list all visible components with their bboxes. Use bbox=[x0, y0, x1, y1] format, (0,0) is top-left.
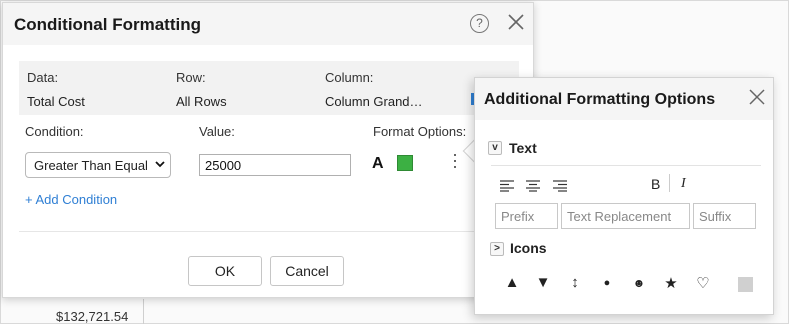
data-label: Data: bbox=[27, 70, 59, 85]
italic-button[interactable]: I bbox=[681, 176, 686, 192]
close-icon[interactable] bbox=[506, 12, 526, 32]
triangle-down-icon[interactable]: ▼ bbox=[534, 274, 552, 291]
value-label: Value: bbox=[199, 124, 235, 139]
format-options-label: Format Options: bbox=[373, 124, 467, 139]
color-box-icon[interactable] bbox=[738, 277, 753, 292]
chevron-down-icon bbox=[155, 161, 165, 168]
additional-formatting-panel: Additional Formatting Options v Text B I… bbox=[474, 77, 774, 315]
bold-button[interactable]: B bbox=[651, 176, 660, 192]
help-icon[interactable]: ? bbox=[470, 14, 489, 33]
data-value: Total Cost bbox=[27, 94, 85, 109]
conditional-formatting-dialog: Conditional Formatting ? Data: Total Cos… bbox=[2, 2, 534, 298]
triangle-up-icon[interactable]: ▲ bbox=[503, 274, 521, 291]
grid-line bbox=[143, 299, 144, 324]
divider bbox=[669, 174, 670, 192]
up-down-arrow-icon[interactable]: ↕ bbox=[566, 274, 584, 291]
smiley-icon[interactable]: ☻ bbox=[630, 276, 648, 290]
condition-select[interactable]: Greater Than Equal bbox=[25, 152, 171, 178]
row-label: Row: bbox=[176, 70, 206, 85]
ok-button[interactable]: OK bbox=[188, 256, 262, 286]
section-divider bbox=[491, 165, 761, 166]
value-input[interactable]: 25000 bbox=[199, 154, 351, 176]
text-section-toggle[interactable]: v bbox=[488, 141, 502, 155]
add-condition-link[interactable]: + Add Condition bbox=[25, 192, 117, 207]
align-left-icon[interactable] bbox=[499, 180, 515, 192]
dialog-header: Conditional Formatting ? bbox=[3, 3, 533, 45]
star-icon[interactable]: ★ bbox=[662, 274, 680, 292]
text-section-label: Text bbox=[509, 140, 537, 156]
field-info-box: Data: Total Cost Row: All Rows Column: C… bbox=[19, 61, 519, 115]
panel-title: Additional Formatting Options bbox=[484, 91, 716, 108]
panel-header: Additional Formatting Options bbox=[475, 78, 773, 120]
more-options-icon[interactable] bbox=[453, 154, 457, 172]
column-label: Column: bbox=[325, 70, 374, 85]
dot-icon[interactable]: ● bbox=[598, 277, 616, 289]
row-value: All Rows bbox=[176, 94, 227, 109]
align-right-icon[interactable] bbox=[552, 180, 568, 192]
align-center-icon[interactable] bbox=[525, 180, 541, 192]
column-value: Column Grand… bbox=[325, 94, 423, 109]
cancel-button[interactable]: Cancel bbox=[270, 256, 344, 286]
suffix-input[interactable]: Suffix bbox=[693, 203, 756, 229]
heart-icon[interactable]: ♡ bbox=[694, 274, 712, 292]
icons-section-toggle[interactable]: > bbox=[490, 242, 504, 256]
condition-label: Condition: bbox=[25, 124, 84, 139]
text-replacement-input[interactable]: Text Replacement bbox=[561, 203, 690, 229]
icons-section-label: Icons bbox=[510, 240, 547, 256]
cell-value: $132,721.54 bbox=[56, 309, 129, 324]
fill-color-swatch[interactable] bbox=[397, 155, 413, 171]
close-icon[interactable] bbox=[748, 88, 766, 106]
divider bbox=[19, 231, 519, 232]
condition-select-value: Greater Than Equal bbox=[34, 158, 148, 173]
text-format-icon[interactable]: A bbox=[372, 155, 384, 173]
prefix-input[interactable]: Prefix bbox=[495, 203, 558, 229]
dialog-title: Conditional Formatting bbox=[14, 15, 201, 34]
